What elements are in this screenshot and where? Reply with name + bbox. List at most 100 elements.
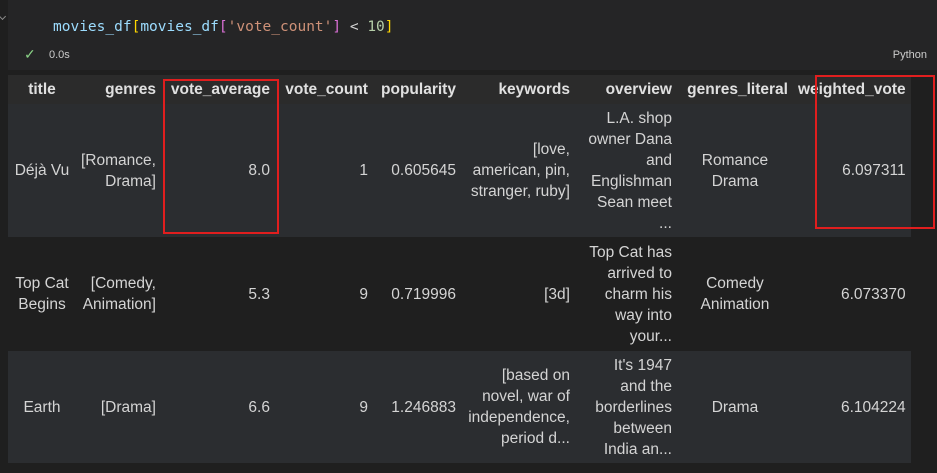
cell-genres-literal: Romance Drama	[676, 104, 793, 237]
cell-line: novel, war of	[482, 388, 570, 405]
cell-popularity: 0.605645	[372, 104, 461, 237]
column-header: genres_literal	[676, 75, 793, 104]
cell-line: Begins	[18, 296, 66, 313]
cell-line: [love,	[532, 141, 570, 158]
cell-line: Englishman	[590, 172, 672, 190]
cell-line: and	[646, 151, 672, 169]
cell-line: Earth	[23, 398, 61, 416]
cell-line: and the	[620, 377, 672, 395]
cell-title: Déjà Vu	[8, 104, 76, 237]
cell-line: [Comedy,	[90, 275, 156, 292]
execution-time: 0.0s	[49, 49, 70, 61]
cell-line: 1.246883	[391, 398, 456, 416]
code-token: ]	[332, 19, 342, 35]
cell-line: period d...	[501, 430, 570, 447]
cell-line: charm his	[604, 285, 672, 303]
cell-language-label[interactable]: Python	[893, 49, 927, 61]
cell-line: Top Cat	[15, 275, 69, 292]
cell-line: owner Dana	[588, 130, 672, 148]
column-header: genres	[76, 75, 161, 104]
table-row: Earth [Drama] 6.6 9 1.246883 [based on no…	[8, 351, 911, 463]
cell-line: american, pin,	[472, 162, 570, 179]
success-check-icon: ✓	[24, 46, 36, 62]
code-cell[interactable]: movies_df[movies_df['vote_count'] < 10]	[8, 0, 937, 70]
cell-line: between	[613, 419, 672, 437]
cell-vote-count: 9	[274, 237, 373, 351]
cell-line: 9	[359, 398, 368, 416]
cell-genres: [Comedy, Animation]	[76, 237, 161, 351]
cell-line: L.A. shop	[606, 109, 672, 127]
cell-line: 9	[359, 285, 368, 303]
cell-line: [Romance,	[81, 151, 156, 169]
cell-vote-average: 6.6	[160, 351, 275, 463]
table-header-row: title genres vote_average vote_count pop…	[8, 75, 911, 104]
code-token: movies_df	[53, 19, 132, 35]
cell-line: Drama	[711, 172, 759, 190]
code-token: 10	[367, 19, 385, 35]
cell-genres: [Drama]	[76, 351, 161, 463]
cell-line: 6.6	[248, 398, 270, 416]
table-row: Déjà Vu [Romance, Drama] 8.0 1 0.605645 […	[8, 104, 911, 237]
code-line[interactable]: movies_df[movies_df['vote_count'] < 10]	[53, 19, 394, 35]
cell-popularity: 0.719996	[372, 237, 461, 351]
cell-line: It's 1947	[613, 356, 672, 374]
cell-line: Romance	[701, 151, 769, 169]
cell-weighted-vote: 6.073370	[792, 237, 911, 351]
highlight-box-weighted-vote	[815, 75, 935, 229]
code-token: ]	[384, 19, 394, 35]
cell-popularity: 1.246883	[372, 351, 461, 463]
cell-line: 6.073370	[840, 285, 906, 303]
cell-line: Déjà Vu	[14, 162, 70, 179]
cell-line: Animation]	[82, 296, 156, 313]
cell-genres-literal: Drama	[676, 351, 793, 463]
column-header: vote_count	[274, 75, 373, 104]
cell-line: [Drama]	[100, 398, 156, 416]
cell-title: Earth	[8, 351, 76, 463]
highlight-box-vote-average	[163, 79, 279, 234]
cell-keywords: [3d]	[460, 237, 575, 351]
cell-line: arrived to	[607, 264, 672, 282]
cell-line: ...	[659, 214, 672, 232]
cell-vote-average: 5.3	[160, 237, 275, 351]
column-header: overview	[574, 75, 677, 104]
table-row: Top Cat Begins [Comedy, Animation] 5.3 9 0…	[8, 237, 911, 351]
cell-line: independence,	[468, 409, 570, 426]
cell-line: 5.3	[248, 285, 270, 303]
cell-vote-count: 1	[274, 104, 373, 237]
code-token: movies_df	[140, 19, 219, 35]
cell-overview: L.A. shop owner Dana and Englishman Sean mee…	[574, 104, 677, 237]
cell-line: [based on	[501, 367, 570, 384]
cell-line: Sean meet	[596, 193, 672, 211]
cell-overview: Top Cat has arrived to charm his way into yo…	[574, 237, 677, 351]
dataframe-output-table: title genres vote_average vote_count pop…	[8, 75, 911, 463]
cell-line: Top Cat has	[589, 243, 672, 261]
cell-line: [3d]	[544, 285, 570, 303]
cell-keywords: [love, american, pin, stranger, ruby]	[460, 104, 575, 237]
collapse-indicator-icon	[0, 12, 7, 21]
cell-genres: [Romance, Drama]	[76, 104, 161, 237]
cell-overview: It's 1947 and the borderlines between India …	[574, 351, 677, 463]
cell-line: Comedy	[706, 275, 764, 292]
code-token: [	[131, 19, 141, 35]
code-token: <	[341, 19, 368, 35]
column-header: keywords	[460, 75, 575, 104]
cell-line: stranger, ruby]	[470, 183, 570, 200]
cell-line: 0.719996	[391, 285, 456, 303]
cell-line: India an...	[603, 440, 672, 458]
cell-line: Drama	[711, 398, 759, 416]
cell-line: Drama]	[105, 172, 156, 190]
code-token: [	[218, 19, 228, 35]
cell-line: your...	[629, 327, 672, 345]
cell-title: Top Cat Begins	[8, 237, 76, 351]
cell-weighted-vote: 6.104224	[792, 351, 911, 463]
cell-vote-count: 9	[274, 351, 373, 463]
cell-keywords: [based on novel, war of independence, perio…	[460, 351, 575, 463]
cell-line: way into	[615, 306, 672, 324]
cell-line: 6.104224	[840, 398, 906, 416]
cell-line: Animation	[700, 296, 770, 313]
code-token: 'vote_count'	[227, 19, 333, 35]
column-header: title	[8, 75, 76, 104]
column-header: popularity	[372, 75, 461, 104]
cell-line: borderlines	[595, 398, 672, 416]
cell-line: 0.605645	[391, 162, 456, 179]
